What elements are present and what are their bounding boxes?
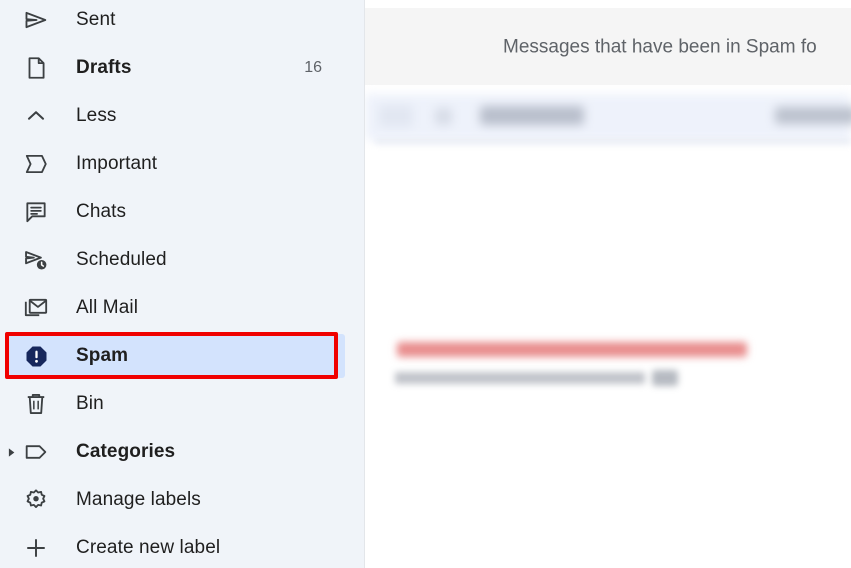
sidebar-item-label: Chats [76,201,127,222]
sidebar-item-drafts[interactable]: Drafts 16 [0,44,365,92]
message-list-shadow [375,139,851,147]
chevron-up-icon [21,101,51,131]
spam-warning-icon [21,341,51,371]
nav-pill-selected [8,334,345,378]
chat-bubble-icon [21,197,51,227]
redacted-highlight-bar [397,342,747,357]
redacted-text-chip [652,370,678,386]
sidebar-item-chats[interactable]: Chats [0,188,365,236]
nav-pill [8,142,343,186]
scheduled-send-icon [21,245,51,275]
row-date [775,107,851,124]
all-mail-icon [21,293,51,323]
nav-pill [8,46,343,90]
nav-pill [8,286,343,330]
sidebar-item-label: Important [76,153,158,174]
sidebar-item-label: Bin [76,393,104,414]
gmail-spam-view: Sent Drafts 16 Less Important Chats Sche… [0,0,851,568]
nav-pill [8,94,343,138]
sidebar-item-label: Create new label [76,537,221,558]
row-checkbox[interactable] [379,105,413,127]
expand-categories-icon[interactable] [5,446,17,458]
star-icon[interactable] [435,108,452,125]
row-sender [480,106,584,125]
sidebar-item-sent[interactable]: Sent [0,0,365,44]
sidebar-item-label: Less [76,105,117,126]
draft-document-icon [21,53,51,83]
sidebar-item-label: Spam [76,345,129,366]
sidebar-item-label: Sent [76,9,116,30]
sidebar-item-spam[interactable]: Spam [0,332,365,380]
sidebar-item-bin[interactable]: Bin [0,380,365,428]
redacted-text-line [395,372,645,384]
nav-pill [8,190,343,234]
nav-pill [8,382,343,426]
redacted-content-block [365,320,851,410]
spam-info-banner: Messages that have been in Spam fo [365,8,851,85]
message-list-panel: Messages that have been in Spam fo [365,0,851,568]
sidebar-item-label: All Mail [76,297,139,318]
drafts-count-badge: 16 [304,59,322,76]
sidebar-item-all-mail[interactable]: All Mail [0,284,365,332]
sidebar-item-less[interactable]: Less [0,92,365,140]
plus-icon [21,533,51,563]
trash-bin-icon [21,389,51,419]
sidebar-item-manage-labels[interactable]: Manage labels [0,476,365,524]
spam-info-banner-text: Messages that have been in Spam fo [503,36,817,57]
sidebar-item-label: Scheduled [76,249,167,270]
sidebar-item-important[interactable]: Important [0,140,365,188]
send-icon [21,5,51,35]
sidebar-item-scheduled[interactable]: Scheduled [0,236,365,284]
gear-icon [21,485,51,515]
sidebar: Sent Drafts 16 Less Important Chats Sche… [0,0,365,568]
nav-pill [8,238,343,282]
message-list-row[interactable] [365,94,851,140]
sidebar-item-label: Manage labels [76,489,201,510]
sidebar-nav-list: Sent Drafts 16 Less Important Chats Sche… [0,0,365,568]
label-tag-icon [21,437,51,467]
sidebar-item-label: Drafts [76,57,132,78]
nav-pill [8,0,343,42]
sidebar-item-label: Categories [76,441,176,462]
sidebar-item-create-new-label[interactable]: Create new label [0,524,365,568]
sidebar-item-categories[interactable]: Categories [0,428,365,476]
important-marker-icon [21,149,51,179]
nav-pill [8,430,343,474]
